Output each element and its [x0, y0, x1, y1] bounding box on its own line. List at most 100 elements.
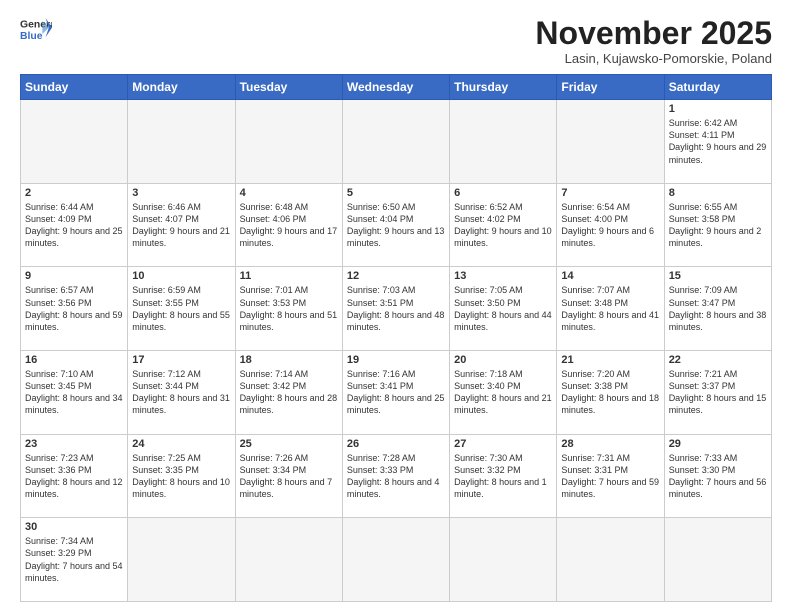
calendar-cell: 16Sunrise: 7:10 AM Sunset: 3:45 PM Dayli… [21, 351, 128, 435]
title-block: November 2025 Lasin, Kujawsko-Pomorskie,… [535, 16, 772, 66]
calendar-cell: 12 Sunrise: 7:03 AM Sunset: 3:51 PM Dayli… [342, 267, 449, 351]
calendar: SundayMondayTuesdayWednesdayThursdayFrid… [20, 74, 772, 602]
day-number: 27 [454, 438, 552, 450]
calendar-week-2: 2 Sunrise: 6:44 AM Sunset: 4:09 PM Daylig… [21, 183, 772, 267]
calendar-cell: 30 Sunrise: 7:34 AM Sunset: 3:29 PM Dayli… [21, 518, 128, 602]
cell-info: Sunrise: 7:12 AM Sunset: 3:44 PM Dayligh… [132, 368, 230, 417]
cell-info: Sunrise: 7:30 AM Sunset: 3:32 PM Dayligh… [454, 452, 552, 501]
cell-info: Sunrise: 6:57 AM Sunset: 3:56 PM Dayligh… [25, 284, 123, 333]
day-number: 9 [25, 270, 123, 282]
cell-info: Sunrise: 6:59 AM Sunset: 3:55 PM Dayligh… [132, 284, 230, 333]
day-number: 28 [561, 438, 659, 450]
day-number: 17 [132, 354, 230, 366]
cell-info: Sunrise: 6:50 AM Sunset: 4:04 PM Dayligh… [347, 201, 445, 250]
cell-info: Sunrise: 6:44 AM Sunset: 4:09 PM Dayligh… [25, 201, 123, 250]
cell-info: Sunrise: 7:07 AM Sunset: 3:48 PM Dayligh… [561, 284, 659, 333]
calendar-week-3: 9 Sunrise: 6:57 AM Sunset: 3:56 PM Daylig… [21, 267, 772, 351]
cell-info: Sunrise: 7:18 AM Sunset: 3:40 PM Dayligh… [454, 368, 552, 417]
calendar-cell [664, 518, 771, 602]
day-number: 20 [454, 354, 552, 366]
day-number: 16 [25, 354, 123, 366]
day-number: 7 [561, 187, 659, 199]
day-number: 29 [669, 438, 767, 450]
cell-info: Sunrise: 7:23 AM Sunset: 3:36 PM Dayligh… [25, 452, 123, 501]
calendar-week-6: 30 Sunrise: 7:34 AM Sunset: 3:29 PM Dayli… [21, 518, 772, 602]
header: General Blue November 2025 Lasin, Kujaws… [20, 16, 772, 66]
cell-info: Sunrise: 7:20 AM Sunset: 3:38 PM Dayligh… [561, 368, 659, 417]
calendar-week-5: 23Sunrise: 7:23 AM Sunset: 3:36 PM Dayli… [21, 434, 772, 518]
day-number: 11 [240, 270, 338, 282]
calendar-header-row: SundayMondayTuesdayWednesdayThursdayFrid… [21, 75, 772, 100]
logo: General Blue [20, 16, 52, 44]
calendar-cell [128, 518, 235, 602]
day-number: 8 [669, 187, 767, 199]
day-number: 13 [454, 270, 552, 282]
cell-info: Sunrise: 6:42 AM Sunset: 4:11 PM Dayligh… [669, 117, 767, 166]
day-number: 1 [669, 103, 767, 115]
day-number: 22 [669, 354, 767, 366]
calendar-cell: 1 Sunrise: 6:42 AM Sunset: 4:11 PM Daylig… [664, 100, 771, 184]
calendar-cell: 8 Sunrise: 6:55 AM Sunset: 3:58 PM Daylig… [664, 183, 771, 267]
day-header-sunday: Sunday [21, 75, 128, 100]
day-number: 19 [347, 354, 445, 366]
day-number: 12 [347, 270, 445, 282]
calendar-cell: 29Sunrise: 7:33 AM Sunset: 3:30 PM Dayli… [664, 434, 771, 518]
calendar-week-4: 16Sunrise: 7:10 AM Sunset: 3:45 PM Dayli… [21, 351, 772, 435]
calendar-cell [557, 100, 664, 184]
day-header-tuesday: Tuesday [235, 75, 342, 100]
day-header-wednesday: Wednesday [342, 75, 449, 100]
svg-text:Blue: Blue [20, 31, 43, 42]
cell-info: Sunrise: 7:05 AM Sunset: 3:50 PM Dayligh… [454, 284, 552, 333]
cell-info: Sunrise: 7:01 AM Sunset: 3:53 PM Dayligh… [240, 284, 338, 333]
calendar-cell: 17 Sunrise: 7:12 AM Sunset: 3:44 PM Dayli… [128, 351, 235, 435]
calendar-cell: 14 Sunrise: 7:07 AM Sunset: 3:48 PM Dayli… [557, 267, 664, 351]
calendar-cell: 6 Sunrise: 6:52 AM Sunset: 4:02 PM Daylig… [450, 183, 557, 267]
cell-info: Sunrise: 7:03 AM Sunset: 3:51 PM Dayligh… [347, 284, 445, 333]
calendar-cell: 15Sunrise: 7:09 AM Sunset: 3:47 PM Dayli… [664, 267, 771, 351]
day-header-thursday: Thursday [450, 75, 557, 100]
calendar-cell [235, 518, 342, 602]
day-number: 5 [347, 187, 445, 199]
day-number: 30 [25, 521, 123, 533]
calendar-cell: 3Sunrise: 6:46 AM Sunset: 4:07 PM Daylig… [128, 183, 235, 267]
calendar-cell [235, 100, 342, 184]
calendar-cell: 5 Sunrise: 6:50 AM Sunset: 4:04 PM Daylig… [342, 183, 449, 267]
cell-info: Sunrise: 7:25 AM Sunset: 3:35 PM Dayligh… [132, 452, 230, 501]
cell-info: Sunrise: 7:26 AM Sunset: 3:34 PM Dayligh… [240, 452, 338, 501]
calendar-cell: 10Sunrise: 6:59 AM Sunset: 3:55 PM Dayli… [128, 267, 235, 351]
location: Lasin, Kujawsko-Pomorskie, Poland [535, 51, 772, 66]
cell-info: Sunrise: 7:16 AM Sunset: 3:41 PM Dayligh… [347, 368, 445, 417]
day-header-saturday: Saturday [664, 75, 771, 100]
calendar-cell: 9 Sunrise: 6:57 AM Sunset: 3:56 PM Daylig… [21, 267, 128, 351]
day-number: 6 [454, 187, 552, 199]
cell-info: Sunrise: 7:14 AM Sunset: 3:42 PM Dayligh… [240, 368, 338, 417]
calendar-cell [450, 518, 557, 602]
calendar-cell: 25 Sunrise: 7:26 AM Sunset: 3:34 PM Dayli… [235, 434, 342, 518]
calendar-cell: 27 Sunrise: 7:30 AM Sunset: 3:32 PM Dayli… [450, 434, 557, 518]
calendar-cell: 22 Sunrise: 7:21 AM Sunset: 3:37 PM Dayli… [664, 351, 771, 435]
day-number: 18 [240, 354, 338, 366]
calendar-cell [128, 100, 235, 184]
month-title: November 2025 [535, 16, 772, 51]
calendar-cell [557, 518, 664, 602]
cell-info: Sunrise: 7:31 AM Sunset: 3:31 PM Dayligh… [561, 452, 659, 501]
day-number: 2 [25, 187, 123, 199]
calendar-cell: 23Sunrise: 7:23 AM Sunset: 3:36 PM Dayli… [21, 434, 128, 518]
cell-info: Sunrise: 7:21 AM Sunset: 3:37 PM Dayligh… [669, 368, 767, 417]
day-number: 25 [240, 438, 338, 450]
day-number: 14 [561, 270, 659, 282]
calendar-cell: 7Sunrise: 6:54 AM Sunset: 4:00 PM Daylig… [557, 183, 664, 267]
calendar-cell: 2 Sunrise: 6:44 AM Sunset: 4:09 PM Daylig… [21, 183, 128, 267]
cell-info: Sunrise: 6:52 AM Sunset: 4:02 PM Dayligh… [454, 201, 552, 250]
page: General Blue November 2025 Lasin, Kujaws… [0, 0, 792, 612]
cell-info: Sunrise: 6:55 AM Sunset: 3:58 PM Dayligh… [669, 201, 767, 250]
day-number: 4 [240, 187, 338, 199]
day-header-monday: Monday [128, 75, 235, 100]
day-header-friday: Friday [557, 75, 664, 100]
logo-icon: General Blue [20, 16, 52, 44]
cell-info: Sunrise: 7:34 AM Sunset: 3:29 PM Dayligh… [25, 535, 123, 584]
day-number: 26 [347, 438, 445, 450]
calendar-cell: 26Sunrise: 7:28 AM Sunset: 3:33 PM Dayli… [342, 434, 449, 518]
calendar-cell: 4Sunrise: 6:48 AM Sunset: 4:06 PM Daylig… [235, 183, 342, 267]
calendar-cell: 11 Sunrise: 7:01 AM Sunset: 3:53 PM Dayli… [235, 267, 342, 351]
